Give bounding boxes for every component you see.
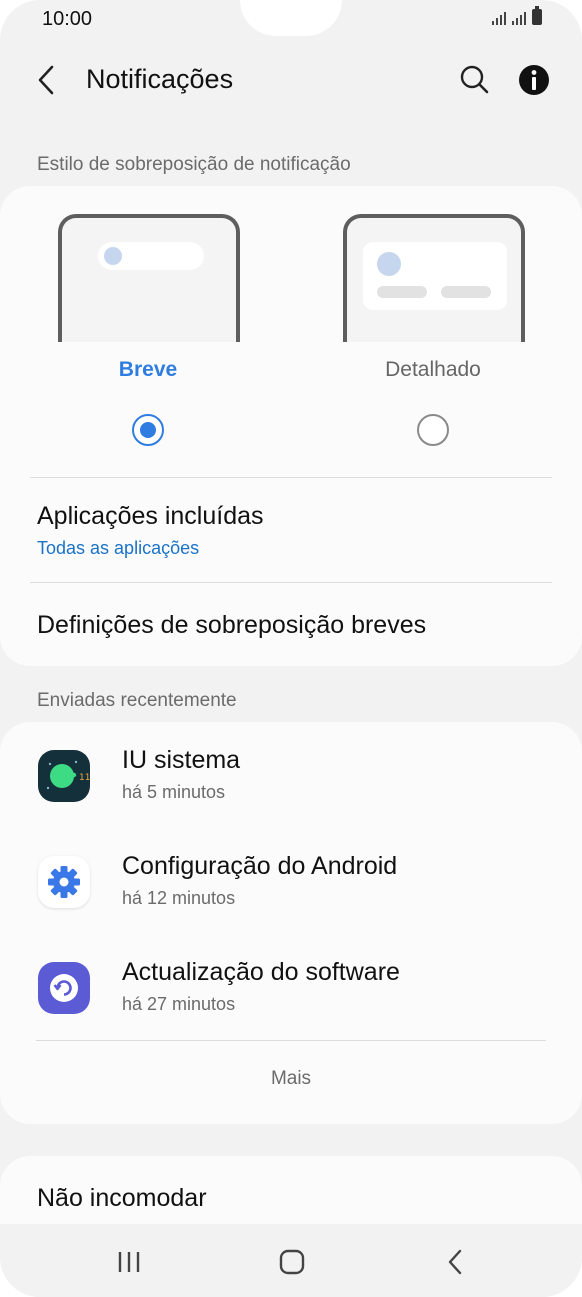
signal-icon-2 bbox=[512, 9, 526, 25]
overlay-option-brief-label: Breve bbox=[118, 358, 178, 381]
app-name: Configuração do Android bbox=[122, 852, 398, 880]
list-item-software-update[interactable]: Actualização do software há 27 minutos bbox=[0, 942, 582, 1038]
gear-icon bbox=[38, 856, 90, 908]
status-icons bbox=[492, 6, 542, 25]
list-item-system-ui[interactable]: 11 IU sistema há 5 minutos bbox=[0, 730, 582, 826]
search-button[interactable] bbox=[456, 62, 492, 98]
app-bar: Notificações bbox=[0, 48, 582, 112]
detailed-preview bbox=[343, 214, 525, 342]
page-title: Notificações bbox=[86, 64, 234, 94]
radio-brief[interactable] bbox=[132, 414, 164, 446]
app-time: há 5 minutos bbox=[122, 782, 226, 802]
overlay-option-detailed-label: Detalhado bbox=[385, 358, 481, 381]
status-time: 10:00 bbox=[42, 8, 93, 30]
section-label-recent: Enviadas recentemente bbox=[37, 690, 237, 711]
app-name: Actualização do software bbox=[122, 958, 400, 986]
home-nav-button[interactable] bbox=[272, 1244, 312, 1280]
overlay-option-brief[interactable]: Breve bbox=[48, 186, 248, 456]
brief-overlay-settings-row[interactable]: Definições de sobreposição breves bbox=[0, 583, 582, 666]
battery-icon bbox=[532, 6, 542, 25]
signal-icon bbox=[492, 9, 506, 25]
system-ui-icon: 11 bbox=[38, 750, 90, 802]
back-chevron-icon bbox=[448, 1249, 462, 1275]
radio-detailed[interactable] bbox=[417, 414, 449, 446]
navigation-bar bbox=[0, 1224, 582, 1297]
app-time: há 27 minutos bbox=[122, 994, 236, 1014]
app-name: IU sistema bbox=[122, 746, 241, 774]
info-button[interactable] bbox=[516, 62, 552, 98]
overlay-option-detailed[interactable]: Detalhado bbox=[333, 186, 533, 456]
back-button[interactable] bbox=[30, 62, 66, 98]
section-label-overlay-style: Estilo de sobreposição de notificação bbox=[37, 154, 351, 175]
phone-screen: 10:00 Notificações Estilo de sobreposiçã… bbox=[0, 0, 582, 1297]
svg-text:11: 11 bbox=[79, 773, 90, 783]
back-arrow-icon bbox=[38, 65, 54, 95]
included-apps-value: Todas as aplicações bbox=[37, 538, 200, 558]
recents-icon bbox=[118, 1252, 140, 1272]
more-button[interactable]: Mais bbox=[0, 1068, 582, 1090]
back-nav-button[interactable] bbox=[436, 1244, 476, 1280]
info-icon bbox=[519, 65, 549, 95]
do-not-disturb-title: Não incomodar bbox=[37, 1184, 207, 1212]
brief-preview bbox=[58, 214, 240, 342]
home-icon bbox=[279, 1249, 305, 1275]
recent-apps-nav-button[interactable] bbox=[110, 1244, 150, 1280]
app-time: há 12 minutos bbox=[122, 888, 236, 908]
recent-apps-card: 11 IU sistema há 5 minutos Configuração … bbox=[0, 722, 582, 1124]
search-icon bbox=[460, 65, 489, 94]
divider bbox=[36, 1040, 546, 1041]
brief-overlay-settings-title: Definições de sobreposição breves bbox=[37, 611, 427, 639]
software-update-icon bbox=[38, 962, 90, 1014]
included-apps-row[interactable]: Aplicações incluídas Todas as aplicações bbox=[0, 478, 582, 582]
overlay-style-card: Breve Detalhado Aplicações incluídas Tod… bbox=[0, 186, 582, 666]
status-bar: 10:00 bbox=[0, 0, 582, 40]
included-apps-title: Aplicações incluídas bbox=[37, 502, 264, 530]
list-item-android-setup[interactable]: Configuração do Android há 12 minutos bbox=[0, 836, 582, 932]
